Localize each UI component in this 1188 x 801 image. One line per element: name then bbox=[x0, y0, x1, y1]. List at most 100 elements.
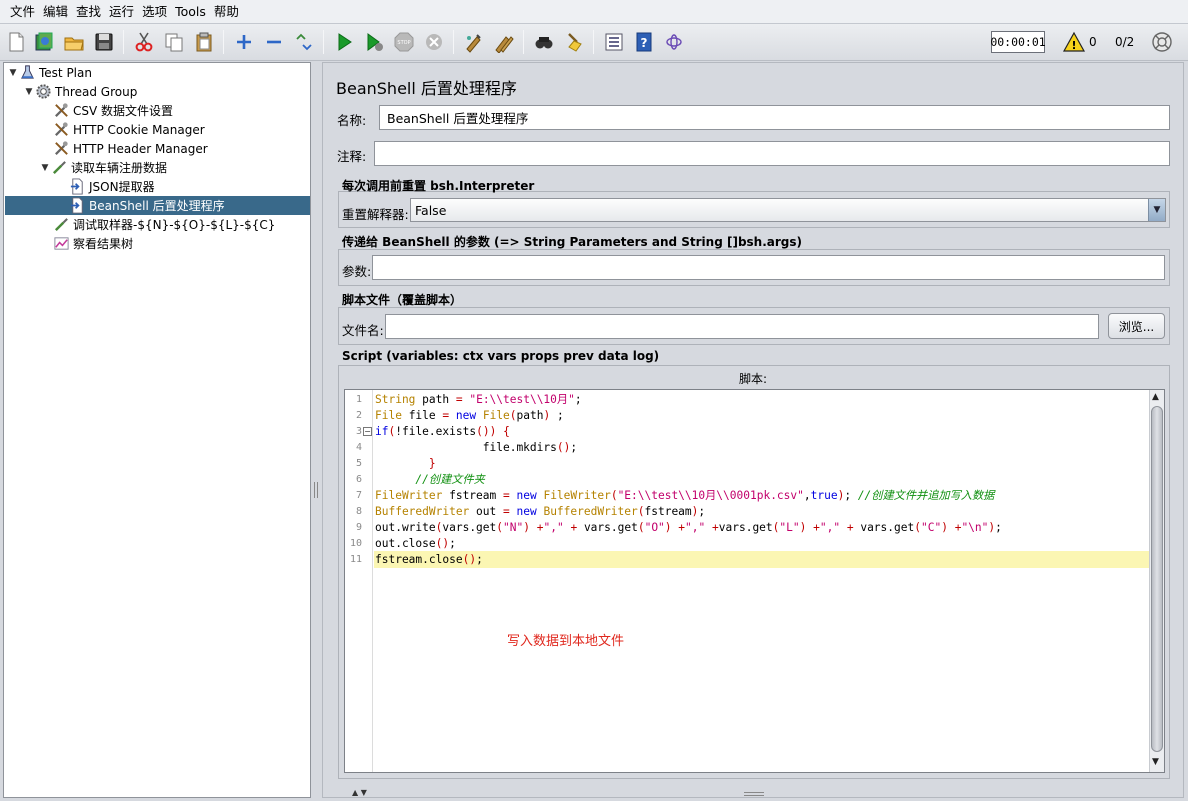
menu-file[interactable]: 文件 bbox=[6, 0, 39, 24]
comment-field[interactable] bbox=[374, 141, 1170, 166]
wrench-icon bbox=[52, 121, 70, 139]
code-line: if(!file.exists()) { bbox=[375, 425, 510, 438]
wrench-icon bbox=[52, 140, 70, 158]
code-line: //创建文件夹 bbox=[415, 473, 485, 486]
editor-scrollbar[interactable]: ▲ ▼ bbox=[1149, 390, 1164, 772]
reset-search-icon[interactable] bbox=[562, 30, 586, 54]
warning-icon[interactable]: ! bbox=[1062, 31, 1086, 53]
code-line: file.mkdirs(); bbox=[375, 441, 578, 454]
code-line: String path = "E:\\test\\10月"; bbox=[375, 393, 582, 406]
new-icon[interactable] bbox=[4, 30, 28, 54]
reset-group-title: 每次调用前重置 bsh.Interpreter bbox=[342, 179, 535, 193]
menu-help[interactable]: 帮助 bbox=[210, 0, 243, 24]
tree-node-test-plan[interactable]: ▼ Test Plan bbox=[8, 63, 92, 82]
tree-node-cookie-manager[interactable]: HTTP Cookie Manager bbox=[42, 120, 205, 139]
pipette-icon bbox=[50, 159, 68, 177]
stop-icon[interactable]: STOP bbox=[392, 30, 416, 54]
search-icon[interactable] bbox=[532, 30, 556, 54]
scroll-down-icon[interactable]: ▼ bbox=[1152, 757, 1159, 767]
clear-icon[interactable] bbox=[462, 30, 486, 54]
menu-options[interactable]: 选项 bbox=[138, 0, 171, 24]
gear-icon bbox=[34, 83, 52, 101]
script-group-title: Script (variables: ctx vars props prev d… bbox=[342, 349, 660, 363]
params-label: 参数: bbox=[342, 264, 372, 279]
menu-bar: 文件 编辑 查找 运行 选项 Tools 帮助 bbox=[0, 0, 1188, 24]
menu-edit[interactable]: 编辑 bbox=[39, 0, 72, 24]
pipette-icon bbox=[52, 216, 70, 234]
scroll-up-icon[interactable]: ▲ bbox=[1152, 392, 1159, 402]
expand-toggle-icon[interactable]: ▼ bbox=[8, 68, 18, 78]
svg-text:!: ! bbox=[1071, 39, 1076, 52]
collapse-arrows-icon[interactable]: ▲ ▼ bbox=[352, 788, 367, 797]
function-helper-icon[interactable] bbox=[602, 30, 626, 54]
code-line: out.write(vars.get("N") +"," + vars.get(… bbox=[375, 521, 1002, 534]
bottom-divider[interactable]: ▲ ▼ bbox=[322, 788, 1184, 799]
paste-icon[interactable] bbox=[192, 30, 216, 54]
split-pane-divider[interactable] bbox=[312, 62, 321, 798]
line-number-gutter: 1 2 3 − 4 5 6 7 8 9 10 11 bbox=[345, 390, 373, 772]
code-line: out.close(); bbox=[375, 537, 456, 550]
help-icon[interactable]: ? bbox=[632, 30, 656, 54]
tree-node-header-manager[interactable]: HTTP Header Manager bbox=[42, 139, 208, 158]
warning-count: 0 bbox=[1089, 35, 1097, 49]
save-icon[interactable] bbox=[92, 30, 116, 54]
scrollbar-thumb[interactable] bbox=[1151, 406, 1163, 752]
chart-icon bbox=[52, 235, 70, 253]
menu-run[interactable]: 运行 bbox=[105, 0, 138, 24]
script-editor[interactable]: 1 2 3 − 4 5 6 7 8 9 10 11 String path = … bbox=[344, 389, 1165, 773]
tree-node-json-extractor[interactable]: JSON提取器 bbox=[58, 177, 155, 196]
start-no-pause-icon[interactable] bbox=[362, 30, 386, 54]
toolbar: STOP ? 00:00:01 ! 0 0/2 bbox=[0, 24, 1188, 61]
tree-node-read-vehicle-data[interactable]: ▼ 读取车辆注册数据 bbox=[40, 158, 167, 177]
svg-text:STOP: STOP bbox=[397, 40, 410, 46]
tree-node-debug-sampler[interactable]: 调试取样器-${N}-${O}-${L}-${C} bbox=[42, 215, 275, 234]
chevron-down-icon[interactable]: ▼ bbox=[1148, 199, 1165, 221]
params-field[interactable] bbox=[372, 255, 1165, 280]
current-line-highlight bbox=[374, 551, 1150, 568]
menu-tools[interactable]: Tools bbox=[171, 0, 210, 24]
browse-button[interactable]: 浏览... bbox=[1108, 313, 1165, 339]
filename-field[interactable] bbox=[385, 314, 1099, 339]
reset-label: 重置解释器: bbox=[342, 207, 409, 222]
tree-node-beanshell-postprocessor[interactable]: BeanShell 后置处理程序 bbox=[5, 196, 310, 215]
cut-icon[interactable] bbox=[132, 30, 156, 54]
code-line: FileWriter fstream = new FileWriter("E:\… bbox=[375, 489, 995, 502]
expand-icon[interactable] bbox=[232, 30, 256, 54]
script-file-group-title: 脚本文件（覆盖脚本） bbox=[342, 293, 463, 307]
code-line: } bbox=[428, 457, 436, 470]
page-title: BeanShell 后置处理程序 bbox=[336, 79, 517, 98]
document-arrow-icon bbox=[68, 178, 86, 196]
svg-text:?: ? bbox=[641, 36, 648, 50]
toggle-icon[interactable] bbox=[292, 30, 316, 54]
start-icon[interactable] bbox=[332, 30, 356, 54]
expand-toggle-icon[interactable]: ▼ bbox=[40, 163, 50, 173]
tree-node-csv-config[interactable]: CSV 数据文件设置 bbox=[42, 101, 173, 120]
code-line: BufferedWriter out = new BufferedWriter(… bbox=[375, 505, 706, 518]
menu-search[interactable]: 查找 bbox=[72, 0, 105, 24]
expand-toggle-icon[interactable]: ▼ bbox=[24, 87, 34, 97]
tree-node-view-results-tree[interactable]: 察看结果树 bbox=[42, 234, 133, 253]
open-icon[interactable] bbox=[62, 30, 86, 54]
filename-label: 文件名: bbox=[342, 323, 384, 338]
test-plan-tree[interactable]: ▼ Test Plan ▼ Thread Group CSV 数据文件设置 HT… bbox=[3, 62, 311, 798]
reset-interpreter-select[interactable]: False ▼ bbox=[410, 198, 1166, 222]
flask-icon bbox=[18, 64, 36, 82]
fold-toggle-icon[interactable]: − bbox=[363, 427, 372, 436]
collapse-icon[interactable] bbox=[262, 30, 286, 54]
script-label: 脚本: bbox=[739, 372, 768, 386]
comment-label: 注释: bbox=[337, 149, 367, 164]
tree-node-thread-group[interactable]: ▼ Thread Group bbox=[24, 82, 137, 101]
annotation-text: 写入数据到本地文件 bbox=[507, 634, 625, 649]
code-line: fstream.close(); bbox=[375, 553, 483, 566]
log-viewer-icon[interactable] bbox=[662, 30, 686, 54]
templates-icon[interactable] bbox=[32, 30, 56, 54]
params-group-title: 传递给 BeanShell 的参数 (=> String Parameters … bbox=[342, 235, 803, 249]
elapsed-timer: 00:00:01 bbox=[990, 31, 1046, 53]
document-arrow-icon bbox=[68, 197, 86, 215]
shutdown-icon[interactable] bbox=[422, 30, 446, 54]
remote-status-icon bbox=[1150, 30, 1174, 54]
code-line: File file = new File(path) ; bbox=[375, 409, 564, 422]
name-field[interactable]: BeanShell 后置处理程序 bbox=[379, 105, 1170, 130]
clear-all-icon[interactable] bbox=[492, 30, 516, 54]
copy-icon[interactable] bbox=[162, 30, 186, 54]
